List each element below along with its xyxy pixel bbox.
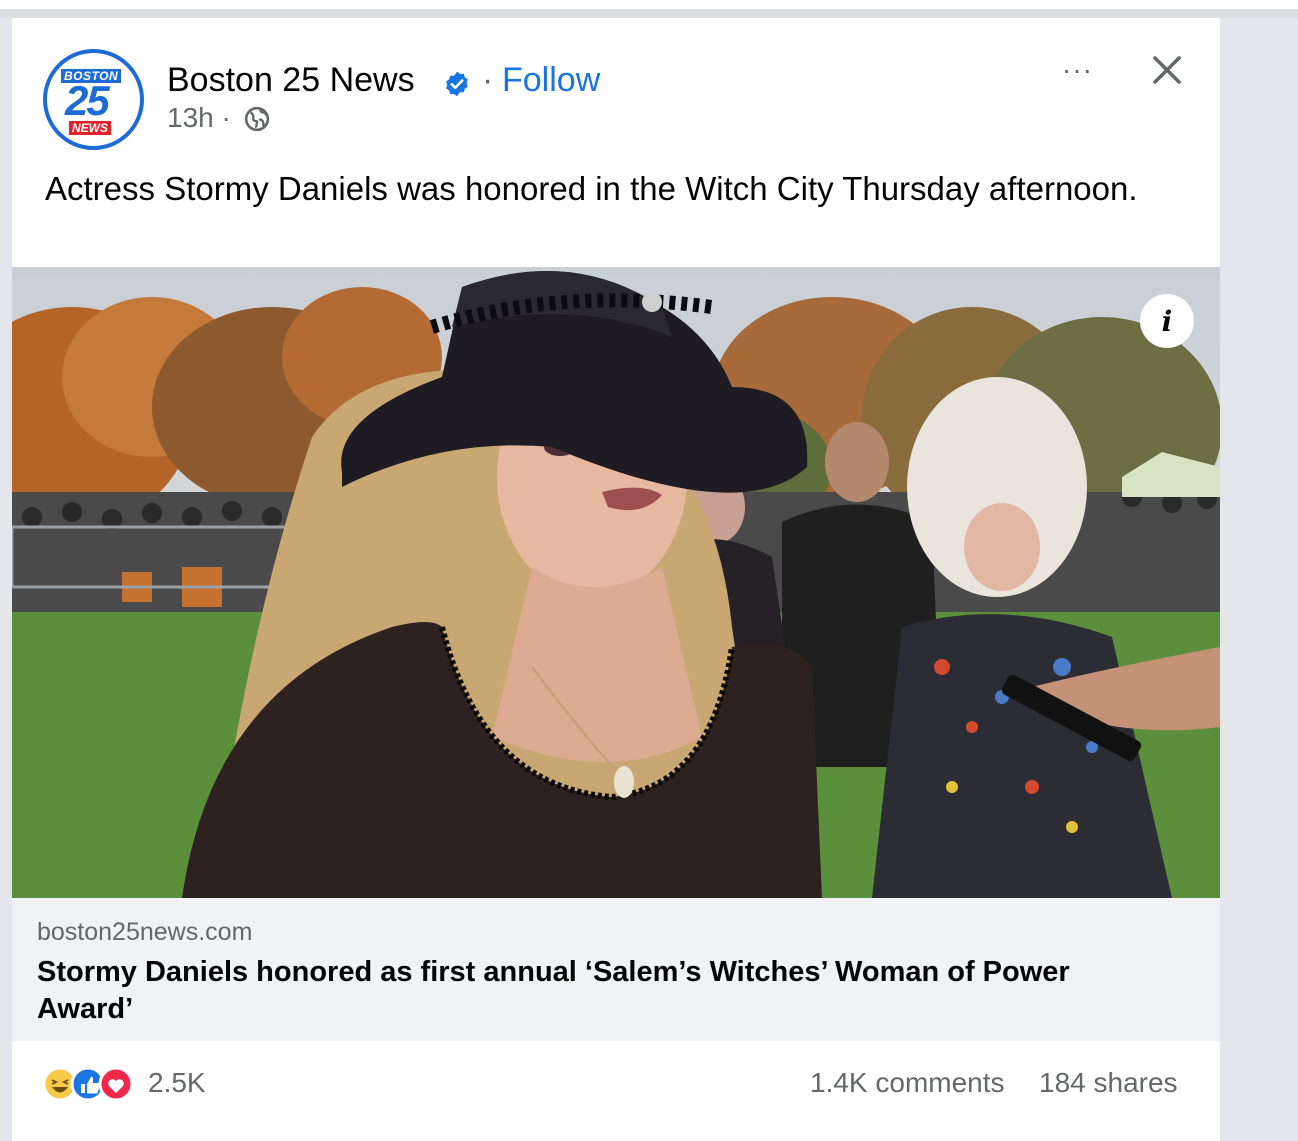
page-name[interactable]: Boston 25 News (167, 61, 415, 100)
feed-divider (0, 9, 1298, 18)
reaction-count[interactable]: 2.5K (148, 1067, 206, 1099)
globe-icon (244, 106, 270, 132)
link-headline[interactable]: Stormy Daniels honored as first annual ‘… (37, 954, 1147, 1028)
post-caption: Actress Stormy Daniels was honored in th… (45, 170, 1138, 207)
logo-bottom-text: NEWS (69, 121, 111, 135)
verified-badge-icon (446, 71, 468, 97)
link-preview-image[interactable] (12, 267, 1220, 898)
post-card: BOSTON 25 NEWS Boston 25 News · Follow 1… (12, 18, 1220, 1141)
shares-count[interactable]: 184 shares (1039, 1067, 1178, 1099)
info-button[interactable]: i (1140, 294, 1194, 348)
previous-post-edge (0, 0, 1298, 9)
love-icon (98, 1066, 134, 1102)
page-avatar[interactable]: BOSTON 25 NEWS (43, 49, 144, 150)
comments-count[interactable]: 1.4K comments (810, 1067, 1005, 1099)
reactions-summary[interactable] (42, 1064, 152, 1104)
post-timestamp[interactable]: 13h · (167, 102, 231, 134)
link-domain: boston25news.com (37, 918, 253, 946)
close-icon[interactable] (1149, 52, 1185, 88)
header-separator: · (482, 61, 494, 99)
news-photo (12, 271, 1220, 898)
more-options-button[interactable]: ··· (1062, 54, 1093, 86)
link-preview-footer[interactable]: boston25news.com Stormy Daniels honored … (12, 898, 1220, 1041)
logo-number: 25 (65, 77, 110, 124)
follow-button[interactable]: Follow (502, 61, 600, 100)
